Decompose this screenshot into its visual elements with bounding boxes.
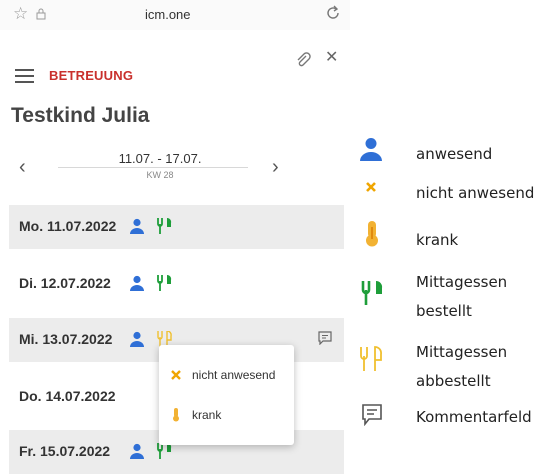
- lock-icon: [36, 8, 46, 20]
- previous-week-button[interactable]: ‹: [19, 156, 26, 179]
- day-label: Mi. 13.07.2022: [19, 331, 113, 347]
- person-icon[interactable]: [129, 331, 145, 347]
- day-label: Do. 14.07.2022: [19, 388, 116, 404]
- legend-label: krank: [416, 231, 459, 249]
- bookmark-star-icon[interactable]: ☆: [13, 4, 28, 24]
- thermometer-icon: [173, 408, 179, 422]
- paperclip-icon[interactable]: [295, 51, 311, 69]
- day-label: Mo. 11.07.2022: [19, 218, 117, 234]
- fork-knife-outline-icon: [360, 346, 382, 371]
- browser-url-bar: ☆ icm.one: [0, 0, 350, 30]
- legend-label: Kommentarfeld: [416, 408, 532, 426]
- section-title: BETREUUNG: [49, 68, 134, 83]
- popup-item-label: nicht anwesend: [192, 368, 276, 382]
- thermometer-icon: [366, 221, 378, 247]
- comment-icon[interactable]: [318, 331, 332, 345]
- popup-item-label: krank: [192, 408, 222, 422]
- child-name: Testkind Julia: [11, 104, 150, 127]
- fork-knife-icon[interactable]: [157, 275, 172, 291]
- legend-label: anwesend: [416, 145, 493, 163]
- x-icon: [366, 182, 376, 192]
- url-domain[interactable]: icm.one: [145, 7, 191, 22]
- legend-label: Mittagessen: [416, 343, 508, 361]
- legend-label: nicht anwesend: [416, 184, 535, 202]
- legend-label: abbestellt: [416, 372, 491, 390]
- fork-knife-icon[interactable]: [157, 218, 172, 234]
- comment-icon: [362, 404, 382, 426]
- person-icon[interactable]: [129, 443, 145, 459]
- legend-label: bestellt: [416, 302, 472, 320]
- person-icon[interactable]: [129, 275, 145, 291]
- day-row[interactable]: Di. 12.07.2022: [9, 262, 344, 306]
- day-label: Di. 12.07.2022: [19, 275, 111, 291]
- fork-knife-icon: [361, 281, 383, 305]
- day-label: Fr. 15.07.2022: [19, 443, 111, 459]
- day-row[interactable]: Mo. 11.07.2022: [9, 205, 344, 249]
- next-week-button[interactable]: ›: [272, 156, 279, 179]
- week-range[interactable]: 11.07. - 17.07.: [110, 151, 210, 166]
- reload-icon[interactable]: [324, 4, 342, 22]
- person-icon: [360, 138, 382, 161]
- week-number: KW 28: [146, 170, 174, 180]
- fork-knife-icon[interactable]: [157, 443, 172, 459]
- week-divider: [58, 167, 248, 168]
- hamburger-menu-icon[interactable]: [15, 69, 34, 83]
- close-icon[interactable]: ✕: [325, 47, 338, 67]
- person-icon[interactable]: [129, 218, 145, 234]
- status-popup-menu: nicht anwesend krank: [159, 345, 294, 445]
- legend-label: Mittagessen: [416, 273, 508, 291]
- x-icon: [171, 370, 181, 380]
